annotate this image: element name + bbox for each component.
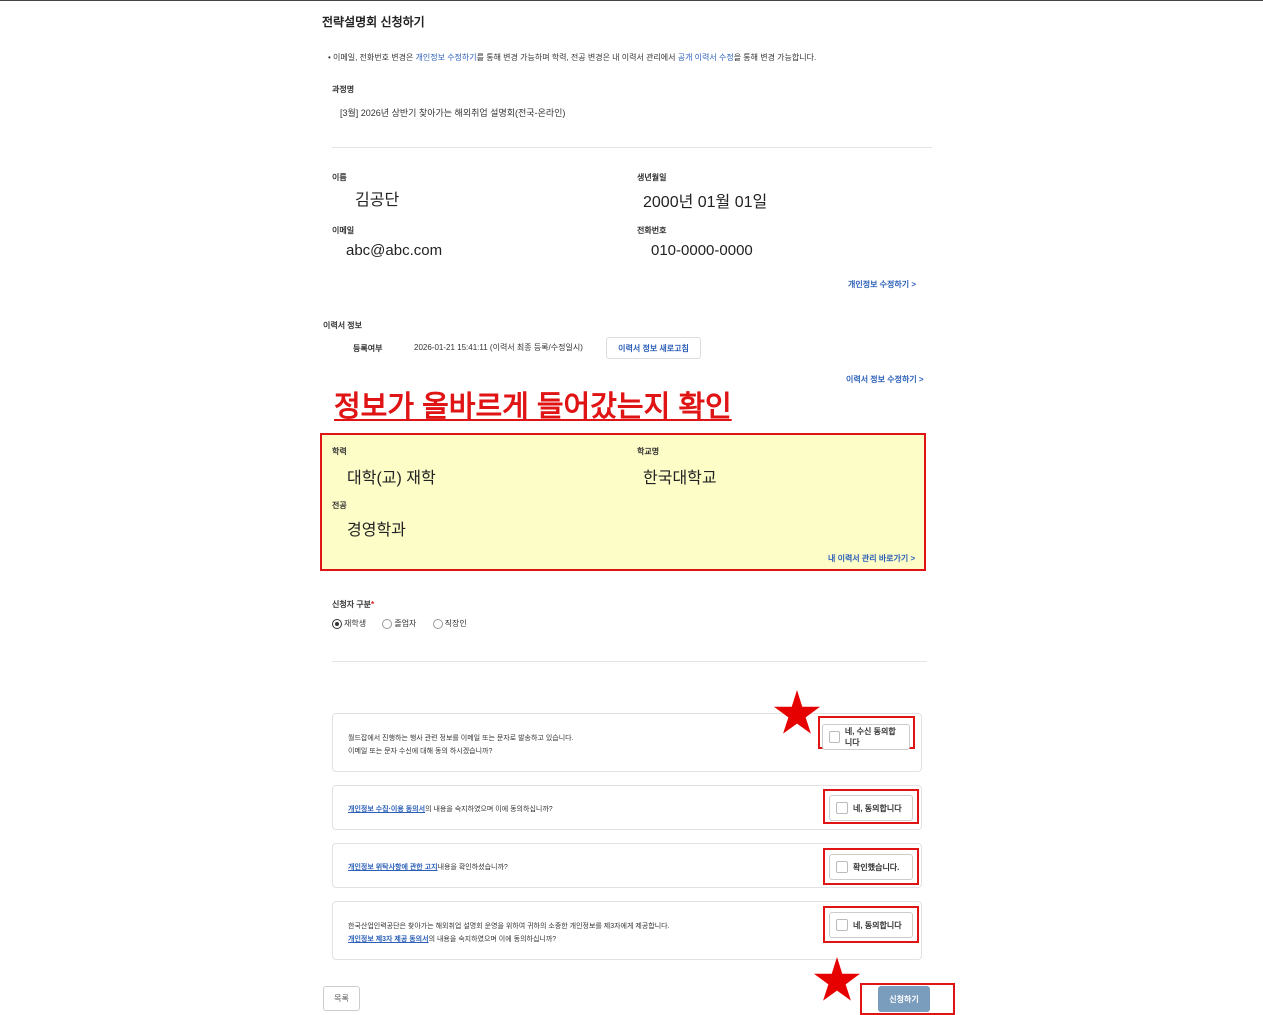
resume-section-label: 이력서 정보 bbox=[323, 321, 363, 330]
agree-privacy-collect-label: 네, 동의합니다 bbox=[853, 803, 902, 813]
name-value: 김공단 bbox=[355, 192, 400, 209]
radio-employee[interactable]: 직장인 bbox=[432, 618, 467, 629]
agreement-marketing-line1: 월드잡에서 진행하는 행사 관련 정보를 이메일 또는 문자로 발송하고 있습니… bbox=[348, 735, 574, 742]
agreement-privacy-collect-text: 개인정보 수집·이용 동의서의 내용을 숙지하였으며 이에 동의하십니까? bbox=[348, 804, 553, 814]
outsourcing-notice-link[interactable]: 개인정보 위탁사항에 관한 고지 bbox=[348, 864, 438, 871]
email-value: abc@abc.com bbox=[346, 242, 443, 259]
agreement-third-party-text: 한국산업인력공단은 찾아가는 해외취업 설명회 운영을 위하여 귀하의 소중한 … bbox=[348, 920, 670, 946]
applicant-type-radio-group: 재학생 졸업자 직장인 bbox=[332, 618, 467, 629]
edit-public-resume-link[interactable]: 공개 이력서 수정 bbox=[678, 53, 734, 62]
manage-resume-link[interactable]: 내 이력서 관리 바로가기 > bbox=[828, 553, 915, 564]
major-value: 경영학과 bbox=[347, 522, 406, 539]
resume-refresh-button[interactable]: 이력서 정보 새로고침 bbox=[606, 337, 701, 359]
agreement-marketing-text: 월드잡에서 진행하는 행사 관련 정보를 이메일 또는 문자로 발송하고 있습니… bbox=[348, 732, 574, 758]
name-label: 이름 bbox=[332, 173, 347, 182]
phone-label: 전화번호 bbox=[637, 226, 667, 235]
agree-privacy-collect-button[interactable]: 네, 동의합니다 bbox=[829, 795, 913, 821]
notice-part-1: 이메일, 전화번호 변경은 bbox=[333, 53, 416, 62]
edit-personal-info-link[interactable]: 개인정보 수정하기 bbox=[416, 53, 477, 62]
checkbox-icon bbox=[836, 919, 848, 931]
agree-marketing-button[interactable]: 네, 수신 동의합니다 bbox=[822, 724, 910, 750]
agree-marketing-label: 네, 수신 동의합니다 bbox=[844, 727, 896, 747]
birth-value: 2000년 01월 01일 bbox=[643, 194, 768, 211]
agreement-outsourcing-question: 내용을 확인하셨습니까? bbox=[437, 864, 508, 871]
list-button[interactable]: 목록 bbox=[323, 986, 360, 1011]
birth-label: 생년월일 bbox=[637, 173, 667, 182]
radio-employee-label: 직장인 bbox=[444, 619, 467, 628]
email-label: 이메일 bbox=[332, 226, 355, 235]
checkbox-icon bbox=[836, 861, 848, 873]
required-mark: * bbox=[371, 600, 375, 609]
resume-status-label: 등록여부 bbox=[353, 344, 383, 353]
radio-graduate[interactable]: 졸업자 bbox=[382, 618, 417, 629]
radio-checked-icon bbox=[332, 618, 342, 629]
agreement-privacy-collect-question: 의 내용을 숙지하였으며 이에 동의하십니까? bbox=[425, 806, 553, 813]
edit-resume-info-button[interactable]: 이력서 정보 수정하기 > bbox=[846, 374, 924, 385]
radio-student[interactable]: 재학생 bbox=[332, 618, 367, 629]
agreement-third-party-line1: 한국산업인력공단은 찾아가는 해외취업 설명회 운영을 위하여 귀하의 소중한 … bbox=[348, 923, 670, 930]
major-label: 전공 bbox=[332, 501, 347, 510]
checkbox-icon bbox=[836, 802, 848, 814]
school-label: 학교명 bbox=[637, 447, 660, 456]
notice-part-3: 을 통해 변경 가능합니다. bbox=[733, 53, 817, 62]
degree-label: 학력 bbox=[332, 447, 347, 456]
third-party-consent-link[interactable]: 개인정보 제3자 제공 동의서 bbox=[348, 936, 429, 943]
agreement-third-party-question: 의 내용을 숙지하였으며 이에 동의하십니까? bbox=[428, 936, 557, 943]
notice-part-2: 를 통해 변경 가능하며 학력, 전공 변경은 내 이력서 관리에서 bbox=[476, 53, 678, 62]
annotation-heading: 정보가 올바르게 들어갔는지 확인 bbox=[334, 391, 732, 423]
radio-unchecked-icon bbox=[382, 618, 393, 629]
course-value: [3월] 2026년 상반기 찾아가는 해외취업 설명회(전국-온라인) bbox=[340, 108, 566, 118]
checkbox-icon bbox=[829, 731, 840, 743]
submit-button[interactable]: 신청하기 bbox=[878, 986, 930, 1012]
divider bbox=[332, 661, 927, 662]
school-value: 한국대학교 bbox=[643, 470, 717, 487]
agreement-outsourcing-text: 개인정보 위탁사항에 관한 고지내용을 확인하셨습니까? bbox=[348, 862, 508, 872]
radio-graduate-label: 졸업자 bbox=[394, 619, 417, 628]
confirm-outsourcing-button[interactable]: 확인했습니다. bbox=[829, 854, 913, 880]
radio-unchecked-icon bbox=[432, 618, 443, 629]
applicant-type-label-text: 신청자 구분 bbox=[332, 600, 372, 609]
agreement-marketing-line2: 이메일 또는 문자 수신에 대해 동의 하시겠습니까? bbox=[348, 748, 493, 755]
education-highlight-box bbox=[320, 433, 926, 571]
applicant-type-label: 신청자 구분* bbox=[332, 599, 374, 610]
divider bbox=[332, 147, 932, 148]
radio-student-label: 재학생 bbox=[344, 619, 367, 628]
agree-third-party-button[interactable]: 네, 동의합니다 bbox=[829, 912, 913, 938]
degree-value: 대학(교) 재학 bbox=[347, 470, 436, 487]
star-annotation-icon bbox=[813, 957, 861, 1001]
page-title: 전략설명회 신청하기 bbox=[322, 15, 425, 29]
phone-value: 010-0000-0000 bbox=[651, 242, 753, 259]
course-label: 과정명 bbox=[332, 85, 355, 94]
resume-status-value: 2026-01-21 15:41:11 (이력서 최종 등록/수정일시) bbox=[414, 343, 583, 352]
notice-text: • 이메일, 전화번호 변경은 개인정보 수정하기를 통해 변경 가능하며 학력… bbox=[328, 53, 817, 62]
agree-third-party-label: 네, 동의합니다 bbox=[853, 920, 902, 930]
privacy-collect-consent-link[interactable]: 개인정보 수집·이용 동의서 bbox=[348, 806, 425, 813]
top-border bbox=[0, 0, 1263, 1]
edit-personal-info-button[interactable]: 개인정보 수정하기 > bbox=[848, 279, 916, 290]
confirm-outsourcing-label: 확인했습니다. bbox=[853, 862, 900, 872]
